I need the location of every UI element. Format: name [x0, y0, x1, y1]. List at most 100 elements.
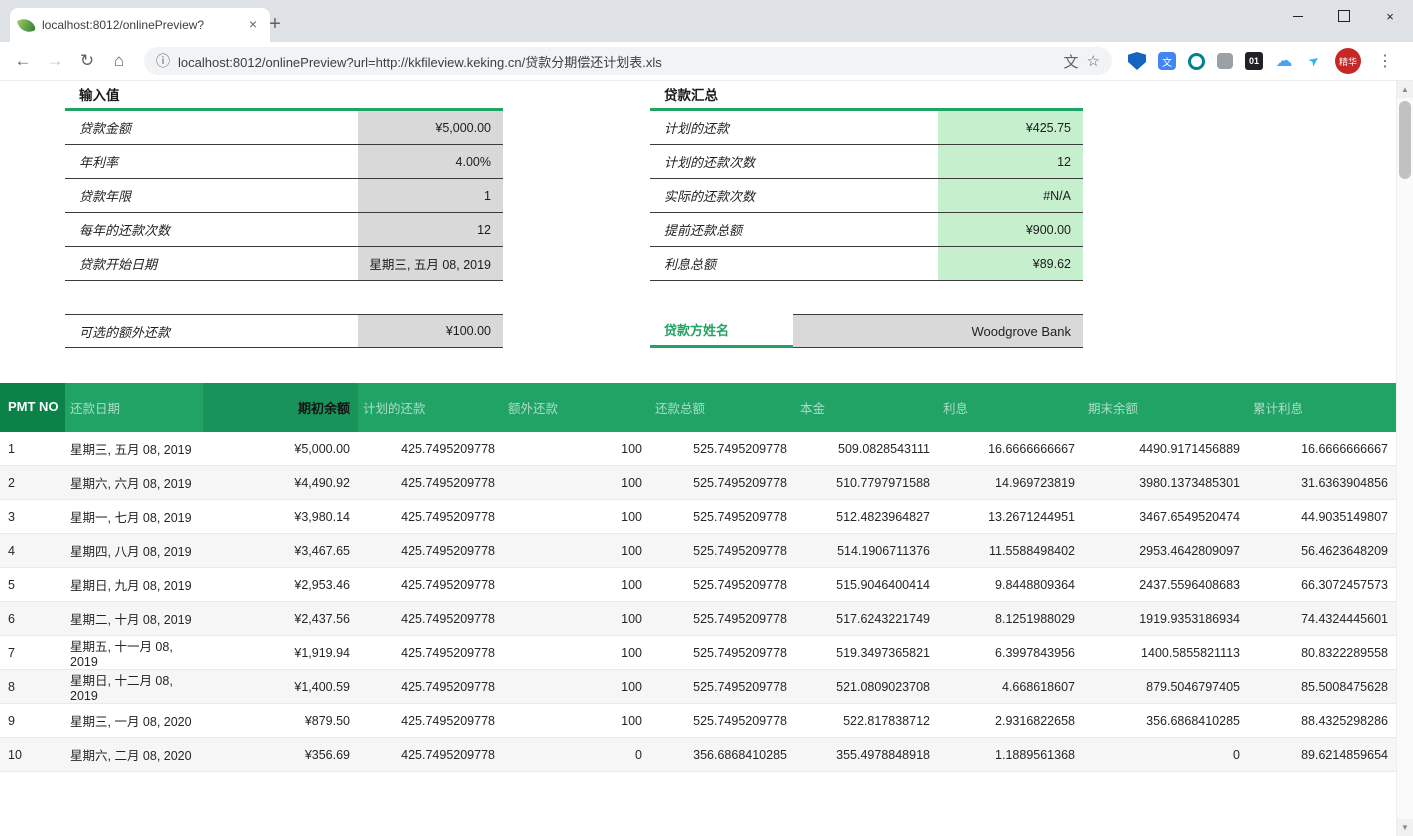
extra-payment-label: 可选的额外还款 [65, 315, 358, 347]
scroll-up-icon[interactable]: ▲ [1397, 81, 1413, 98]
ext-cloud-icon[interactable]: ☁ [1275, 52, 1293, 70]
table-body: 1星期三, 五月 08, 2019¥5,000.00 425.7495209778… [0, 432, 1396, 772]
input-panel: 输入值 贷款金额¥5,000.00年利率4.00%贷款年限1每年的还款次数12贷… [65, 84, 503, 348]
table-cell: 100 [503, 568, 650, 601]
panel-row-label: 每年的还款次数 [65, 213, 358, 246]
url-text: localhost:8012/onlinePreview?url=http://… [178, 52, 1056, 71]
table-cell: 1 [0, 432, 65, 465]
panel-row-label: 提前还款总额 [650, 213, 938, 246]
panel-row: 贷款年限1 [65, 179, 503, 213]
table-cell: 85.5008475628 [1248, 670, 1396, 703]
summary-panel: 贷款汇总 计划的还款¥425.75计划的还款次数12实际的还款次数#N/A提前还… [650, 84, 1083, 348]
table-cell: 星期三, 一月 08, 2020 [65, 704, 203, 737]
home-icon[interactable]: ⌂ [104, 46, 134, 76]
table-cell: 88.4325298286 [1248, 704, 1396, 737]
scrollbar-thumb[interactable] [1399, 101, 1411, 179]
bookmark-star-icon[interactable]: ☆ [1087, 52, 1100, 70]
table-cell: ¥3,980.14 [203, 500, 358, 533]
extensions-area: 文 01 ☁ ➤ 精华 ⋮ [1120, 48, 1405, 74]
table-cell: 425.7495209778 [358, 704, 503, 737]
table-cell: ¥4,490.92 [203, 466, 358, 499]
column-header: 计划的还款 [358, 383, 503, 432]
ext-bird-icon[interactable]: ➤ [1301, 48, 1326, 73]
table-cell: 355.4978848918 [795, 738, 938, 771]
table-cell: 8 [0, 670, 65, 703]
translate-icon[interactable]: 文 [1064, 51, 1079, 72]
panel-row-value: ¥5,000.00 [358, 111, 503, 144]
panel-row: 年利率4.00% [65, 145, 503, 179]
table-cell: 525.7495209778 [650, 602, 795, 635]
menu-icon[interactable]: ⋮ [1373, 51, 1397, 71]
maximize-button[interactable] [1321, 0, 1367, 32]
table-cell: 1.1889561368 [938, 738, 1083, 771]
table-row: 2星期六, 六月 08, 2019¥4,490.92425.7495209778… [0, 466, 1396, 500]
table-cell: 1919.9353186934 [1083, 602, 1248, 635]
table-cell: ¥2,953.46 [203, 568, 358, 601]
table-cell: 509.0828543111 [795, 432, 938, 465]
table-cell: 14.969723819 [938, 466, 1083, 499]
ext-gray-icon[interactable] [1217, 53, 1233, 69]
panel-row-value: 4.00% [358, 145, 503, 178]
new-tab-button[interactable]: + [262, 12, 288, 38]
tab-close-icon[interactable]: × [245, 17, 261, 33]
forward-icon[interactable]: → [40, 46, 70, 76]
ext-01-badge-icon[interactable]: 01 [1245, 52, 1263, 70]
table-cell: 525.7495209778 [650, 636, 795, 669]
browser-toolbar: ← → ↻ ⌂ ⓘ localhost:8012/onlinePreview?u… [0, 42, 1413, 81]
table-cell: 100 [503, 704, 650, 737]
table-cell: 519.3497365821 [795, 636, 938, 669]
table-cell: 514.1906711376 [795, 534, 938, 567]
table-cell: 44.9035149807 [1248, 500, 1396, 533]
ext-ring-icon[interactable] [1188, 53, 1205, 70]
table-cell: 425.7495209778 [358, 568, 503, 601]
panel-row-label: 计划的还款次数 [650, 145, 938, 178]
table-cell: 522.817838712 [795, 704, 938, 737]
browser-tab[interactable]: localhost:8012/onlinePreview? × [10, 8, 270, 42]
column-header: 额外还款 [503, 383, 650, 432]
summary-panel-title: 贷款汇总 [650, 84, 1083, 111]
table-cell: 4 [0, 534, 65, 567]
minimize-button[interactable] [1275, 0, 1321, 32]
table-cell: 525.7495209778 [650, 670, 795, 703]
vertical-scrollbar[interactable]: ▲ ▼ [1396, 81, 1413, 836]
table-row: 3星期一, 七月 08, 2019¥3,980.14425.7495209778… [0, 500, 1396, 534]
table-cell: 525.7495209778 [650, 568, 795, 601]
table-cell: 0 [503, 738, 650, 771]
input-panel-title: 输入值 [65, 84, 503, 111]
table-cell: 425.7495209778 [358, 500, 503, 533]
window-controls: × [1275, 0, 1413, 32]
lender-row: 贷款方姓名 Woodgrove Bank [650, 314, 1083, 348]
profile-avatar[interactable]: 精华 [1335, 48, 1361, 74]
table-cell: ¥5,000.00 [203, 432, 358, 465]
ext-shield-icon[interactable] [1128, 52, 1146, 70]
panel-row-value: 1 [358, 179, 503, 212]
scroll-down-icon[interactable]: ▼ [1397, 819, 1413, 836]
table-cell: 星期日, 九月 08, 2019 [65, 568, 203, 601]
column-header: PMT NO [0, 383, 65, 432]
table-cell: 16.6666666667 [938, 432, 1083, 465]
table-row: 6星期二, 十月 08, 2019¥2,437.56425.7495209778… [0, 602, 1396, 636]
table-cell: 525.7495209778 [650, 704, 795, 737]
panel-row: 贷款金额¥5,000.00 [65, 111, 503, 145]
table-cell: 100 [503, 602, 650, 635]
table-cell: 525.7495209778 [650, 500, 795, 533]
back-icon[interactable]: ← [8, 46, 38, 76]
table-cell: 525.7495209778 [650, 432, 795, 465]
panel-row-label: 贷款开始日期 [65, 247, 358, 280]
table-cell: 星期三, 五月 08, 2019 [65, 432, 203, 465]
reload-icon[interactable]: ↻ [72, 46, 102, 76]
table-cell: 100 [503, 466, 650, 499]
table-cell: 3980.1373485301 [1083, 466, 1248, 499]
table-cell: 425.7495209778 [358, 738, 503, 771]
address-bar[interactable]: ⓘ localhost:8012/onlinePreview?url=http:… [144, 47, 1112, 75]
close-button[interactable]: × [1367, 0, 1413, 32]
table-cell: 515.9046400414 [795, 568, 938, 601]
page-info-icon[interactable]: ⓘ [156, 51, 170, 71]
table-row: 4星期四, 八月 08, 2019¥3,467.65425.7495209778… [0, 534, 1396, 568]
table-cell: 525.7495209778 [650, 534, 795, 567]
panel-row-label: 利息总额 [650, 247, 938, 280]
table-cell: 星期二, 十月 08, 2019 [65, 602, 203, 635]
column-header: 还款总额 [650, 383, 795, 432]
table-row: 9星期三, 一月 08, 2020¥879.50425.749520977810… [0, 704, 1396, 738]
ext-translate-icon[interactable]: 文 [1158, 52, 1176, 70]
